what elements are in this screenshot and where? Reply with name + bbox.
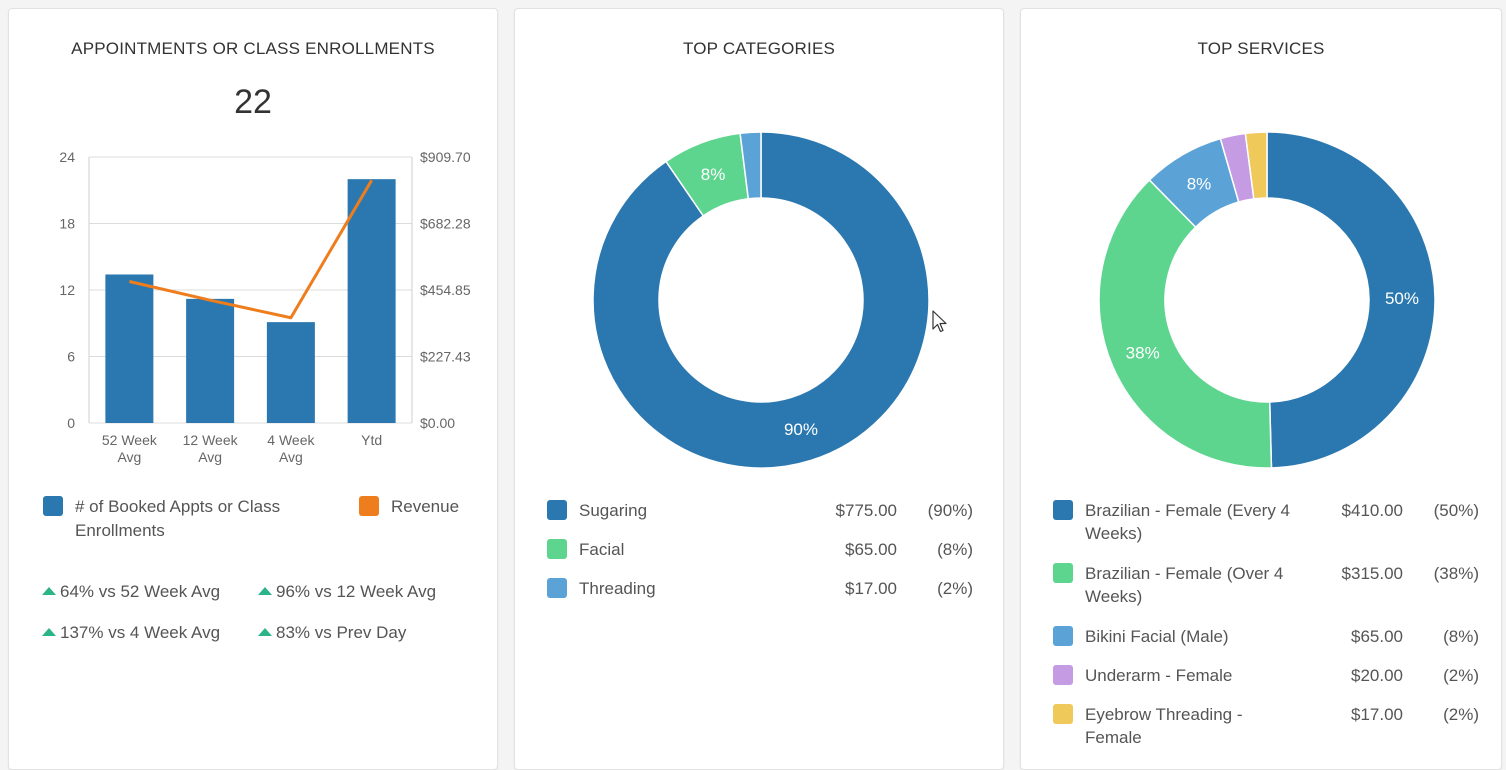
comparison-item: 83% vs Prev Day — [258, 623, 406, 643]
slice-label: 38% — [1126, 344, 1160, 363]
top-categories-card: TOP CATEGORIES 90% 8% Sugaring $775.00 (9… — [514, 8, 1004, 770]
up-arrow-icon — [258, 587, 272, 595]
slice-label: 8% — [701, 165, 726, 184]
bar — [105, 274, 154, 423]
y-tick-right: $909.70 — [420, 149, 471, 165]
appointments-total: 22 — [234, 83, 272, 121]
appointments-card: APPOINTMENTS OR CLASS ENROLLMENTS 22 0 $0… — [8, 8, 498, 770]
legend-amount: $65.00 — [845, 540, 897, 559]
mouse-cursor-icon — [932, 310, 947, 333]
top-services-legend: Brazilian - Female (Every 4 Weeks) $410.… — [1053, 499, 1483, 759]
legend-amount: $17.00 — [1351, 705, 1403, 724]
top-services-card: TOP SERVICES 50% 38% 8% Brazilian - Female… — [1020, 8, 1502, 770]
legend-item[interactable]: Threading — [547, 577, 656, 600]
x-tick-label: Avg — [198, 449, 222, 465]
legend-item[interactable]: Bikini Facial (Male) — [1053, 625, 1229, 648]
bar — [186, 298, 235, 423]
y-tick-right: $682.28 — [420, 216, 471, 232]
legend-percent: (2%) — [937, 579, 973, 598]
y-tick-left: 12 — [59, 282, 75, 298]
legend-swatch — [1053, 500, 1073, 520]
legend-amount: $775.00 — [835, 501, 897, 520]
legend-swatch — [1053, 665, 1073, 685]
legend-revenue[interactable]: Revenue — [359, 495, 459, 519]
legend-amount: $410.00 — [1341, 501, 1403, 520]
y-tick-left: 6 — [67, 349, 75, 365]
legend-bars-label-2: Enrollments — [75, 521, 165, 540]
top-categories-donut-chart: 90% 8% — [592, 131, 930, 469]
legend-percent: (38%) — [1433, 564, 1479, 583]
x-tick-label: 4 Week — [267, 432, 315, 448]
legend-bars[interactable]: # of Booked Appts or Class Enrollments — [43, 495, 280, 543]
comparison-item: 137% vs 4 Week Avg — [42, 623, 220, 643]
y-tick-left: 0 — [67, 415, 75, 431]
bar — [347, 179, 396, 423]
comparison-item: 64% vs 52 Week Avg — [42, 582, 220, 602]
up-arrow-icon — [42, 587, 56, 595]
legend-item[interactable]: Facial — [547, 538, 624, 561]
legend-percent: (8%) — [937, 540, 973, 559]
legend-amount: $17.00 — [845, 579, 897, 598]
y-tick-left: 24 — [59, 149, 75, 165]
top-categories-legend: Sugaring $775.00 (90%) Facial $65.00 (8%… — [547, 499, 977, 619]
y-tick-right: $227.43 — [420, 349, 471, 365]
appointments-chart: 0 $0.00 6 $227.43 12 $454.85 18 $682.28 24 $909.7… — [59, 149, 471, 465]
legend-bars-swatch — [43, 496, 63, 516]
legend-percent: (50%) — [1433, 501, 1479, 520]
appointments-title: APPOINTMENTS OR CLASS ENROLLMENTS — [71, 39, 435, 58]
legend-percent: (2%) — [1443, 705, 1479, 724]
x-tick-label: 52 Week — [102, 432, 158, 448]
legend-item[interactable]: Brazilian - Female (Over 4 Weeks) — [1053, 562, 1283, 608]
legend-item[interactable]: Sugaring — [547, 499, 647, 522]
legend-swatch — [547, 539, 567, 559]
legend-item[interactable]: Brazilian - Female (Every 4 Weeks) — [1053, 499, 1290, 545]
bar — [266, 322, 315, 423]
slice-label: 8% — [1187, 174, 1212, 193]
legend-amount: $65.00 — [1351, 627, 1403, 646]
legend-percent: (8%) — [1443, 627, 1479, 646]
top-services-title: TOP SERVICES — [1197, 39, 1325, 58]
legend-swatch — [547, 500, 567, 520]
donut-slice — [1098, 178, 1273, 469]
legend-revenue-label: Revenue — [391, 497, 460, 516]
legend-item[interactable]: Eyebrow Threading - Female — [1053, 703, 1243, 749]
slice-label: 90% — [784, 420, 818, 439]
legend-amount: $315.00 — [1341, 564, 1403, 583]
y-tick-right: $0.00 — [420, 415, 455, 431]
legend-swatch — [1053, 563, 1073, 583]
top-services-donut-chart: 50% 38% 8% — [1098, 131, 1436, 469]
y-tick-right: $454.85 — [420, 282, 471, 298]
x-tick-label: Avg — [117, 449, 141, 465]
x-tick-label: 12 Week — [183, 432, 239, 448]
legend-percent: (90%) — [927, 501, 973, 520]
comparison-item: 96% vs 12 Week Avg — [258, 582, 436, 602]
up-arrow-icon — [42, 628, 56, 636]
x-tick-label: Ytd — [361, 432, 382, 448]
top-categories-title: TOP CATEGORIES — [682, 39, 836, 58]
revenue-line — [129, 179, 373, 320]
slice-label: 50% — [1385, 289, 1419, 308]
legend-bars-label-1: # of Booked Appts or Class — [75, 497, 281, 516]
x-tick-label: Avg — [279, 449, 303, 465]
legend-revenue-swatch — [359, 496, 379, 516]
legend-swatch — [547, 578, 567, 598]
legend-amount: $20.00 — [1351, 666, 1403, 685]
legend-swatch — [1053, 626, 1073, 646]
legend-percent: (2%) — [1443, 666, 1479, 685]
up-arrow-icon — [258, 628, 272, 636]
y-tick-left: 18 — [59, 216, 75, 232]
legend-item[interactable]: Underarm - Female — [1053, 664, 1232, 687]
legend-swatch — [1053, 704, 1073, 724]
